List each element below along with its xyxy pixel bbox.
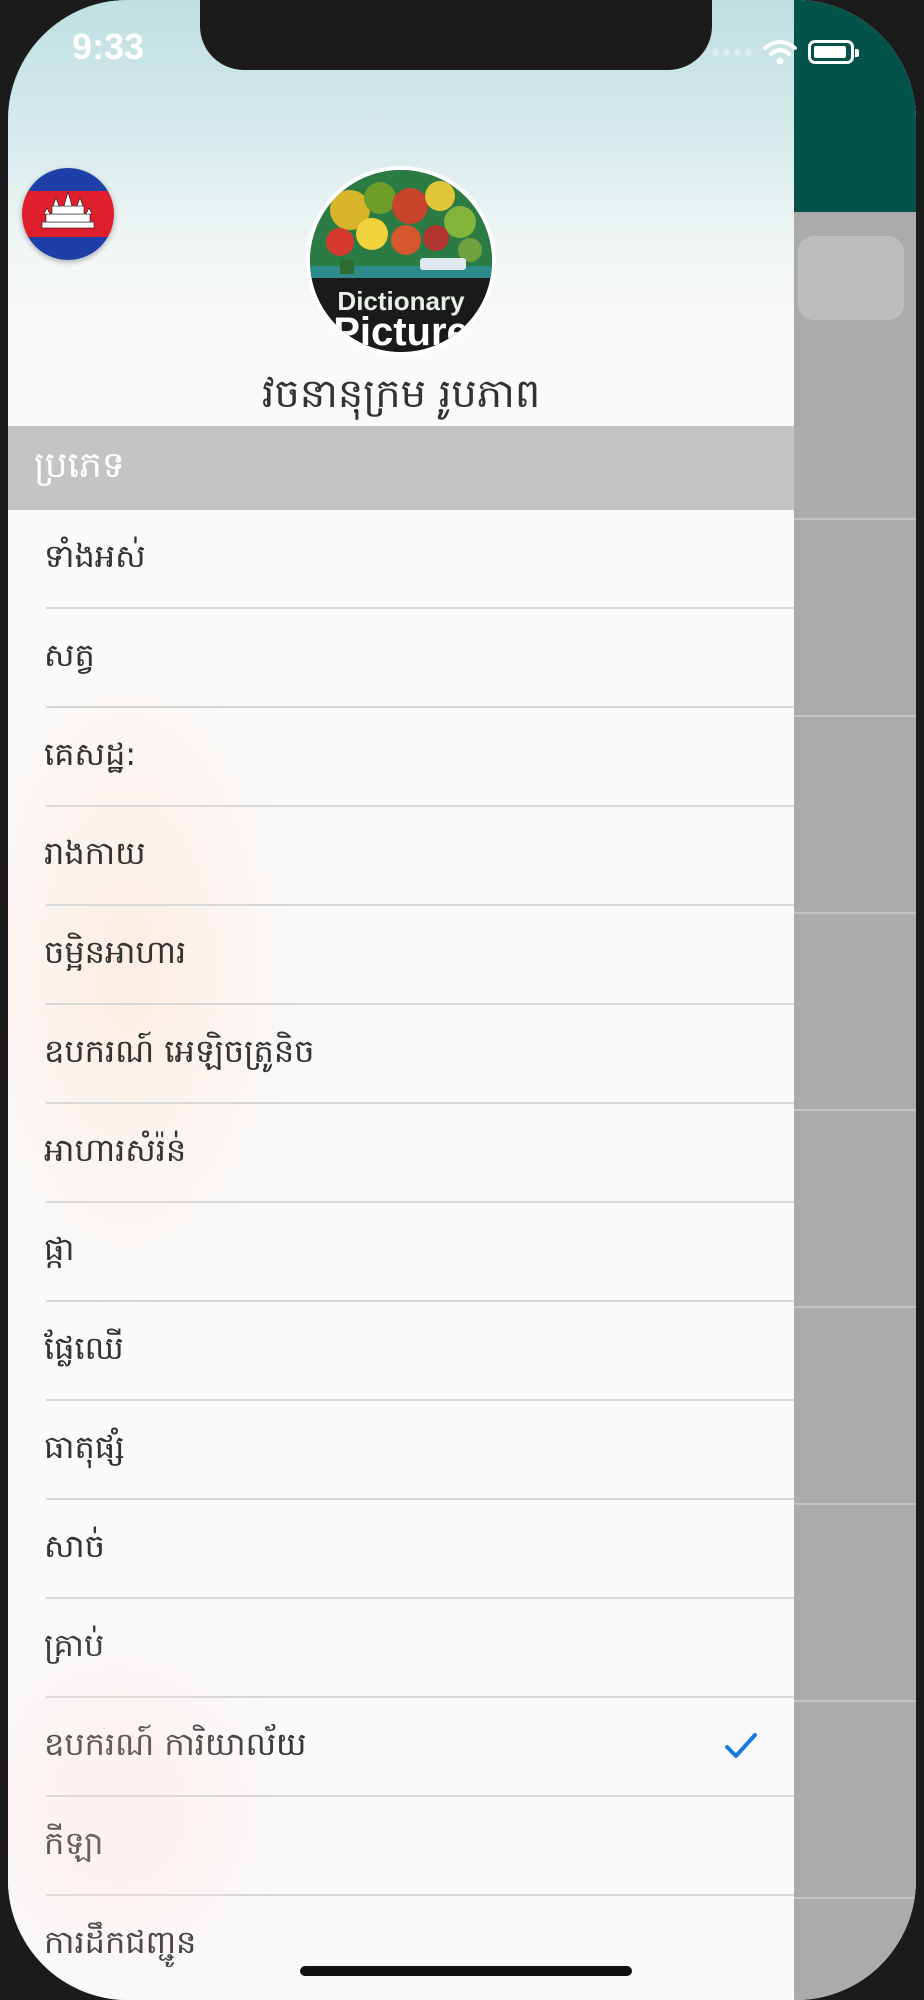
category-item-nuts[interactable]: គ្រាប់ xyxy=(8,1599,794,1698)
phone-screen: Dictionary Picture វចនានុក្រម រូបភាព ប្រ… xyxy=(8,0,916,2000)
background-row-separator xyxy=(794,912,916,914)
battery-icon xyxy=(808,40,859,64)
category-item-label: ផ្កា xyxy=(44,1230,75,1268)
cambodia-flag-icon[interactable] xyxy=(22,168,114,260)
category-item-fruits[interactable]: ផ្លែឈើ xyxy=(8,1302,794,1401)
category-item-body[interactable]: រាងកាយ xyxy=(8,807,794,906)
background-row-separator xyxy=(794,1700,916,1702)
category-item-label: ទាំងអស់ xyxy=(44,537,146,575)
category-item-cooking[interactable]: ចម្អិនអាហារ xyxy=(8,906,794,1005)
category-item-beverages[interactable]: គេសដ្ឋ: xyxy=(8,708,794,807)
category-item-label: ឧបករណ៍ ការិយាល័យ xyxy=(44,1725,307,1763)
background-search-field[interactable] xyxy=(798,236,904,320)
app-title: វចនានុក្រម រូបភាព xyxy=(261,371,541,417)
checkmark-icon xyxy=(725,1733,757,1758)
category-item-electronics[interactable]: ឧបករណ៍ អេឡិចត្រូនិច xyxy=(8,1005,794,1104)
category-item-label: ការដឹកជញ្ជូន xyxy=(44,1923,197,1961)
logo-text-picture: Picture xyxy=(333,310,469,354)
category-item-label: ចម្អិនអាហារ xyxy=(44,933,187,971)
category-item-label: កីឡា xyxy=(44,1824,104,1862)
background-row-separator xyxy=(794,715,916,717)
category-section-header: ប្រភេទ xyxy=(8,426,794,510)
category-item-transportation[interactable]: ការដឹកជញ្ជូន xyxy=(8,1896,794,1995)
app-logo-image: Dictionary Picture xyxy=(306,166,496,356)
category-item-all[interactable]: ទាំងអស់ xyxy=(8,510,794,609)
wifi-icon xyxy=(763,40,797,65)
category-item-label: សាច់ xyxy=(44,1527,105,1565)
status-time: 9:33 xyxy=(72,26,145,67)
device-notch xyxy=(200,0,712,70)
category-item-meat[interactable]: សាច់ xyxy=(8,1500,794,1599)
category-item-label: គេសដ្ឋ: xyxy=(44,735,137,773)
section-header-label: ប្រភេទ xyxy=(34,444,125,486)
status-icons xyxy=(712,34,859,70)
category-item-label: រាងកាយ xyxy=(44,834,146,872)
category-item-label: ធាតុផ្សំ xyxy=(44,1428,125,1466)
category-item-label: គ្រាប់ xyxy=(44,1626,105,1664)
background-row-separator xyxy=(794,1897,916,1899)
background-row-separator xyxy=(794,1503,916,1505)
category-item-label: ផ្លែឈើ xyxy=(44,1329,124,1367)
home-indicator[interactable] xyxy=(300,1966,632,1976)
category-item-fast-food[interactable]: អាហារសំរ៉ន់ xyxy=(8,1104,794,1203)
category-item-animals[interactable]: សត្វ xyxy=(8,609,794,708)
side-drawer: Dictionary Picture វចនានុក្រម រូបភាព ប្រ… xyxy=(8,0,794,2000)
background-row-separator xyxy=(794,1306,916,1308)
category-list: ទាំងអស់ សត្វ គេសដ្ឋ: រាងកាយ ចម្អិនអាហារ … xyxy=(8,510,794,1995)
category-item-ingredients[interactable]: ធាតុផ្សំ xyxy=(8,1401,794,1500)
category-item-sports[interactable]: កីឡា xyxy=(8,1797,794,1896)
category-item-label: ឧបករណ៍ អេឡិចត្រូនិច xyxy=(44,1032,315,1070)
category-item-office-supplies[interactable]: ឧបករណ៍ ការិយាល័យ xyxy=(8,1698,794,1797)
category-item-label: អាហារសំរ៉ន់ xyxy=(44,1131,187,1169)
background-row-separator xyxy=(794,518,916,520)
cellular-signal-icon xyxy=(712,48,752,56)
category-item-flowers[interactable]: ផ្កា xyxy=(8,1203,794,1302)
category-item-label: សត្វ xyxy=(44,636,95,674)
background-row-separator xyxy=(794,1109,916,1111)
